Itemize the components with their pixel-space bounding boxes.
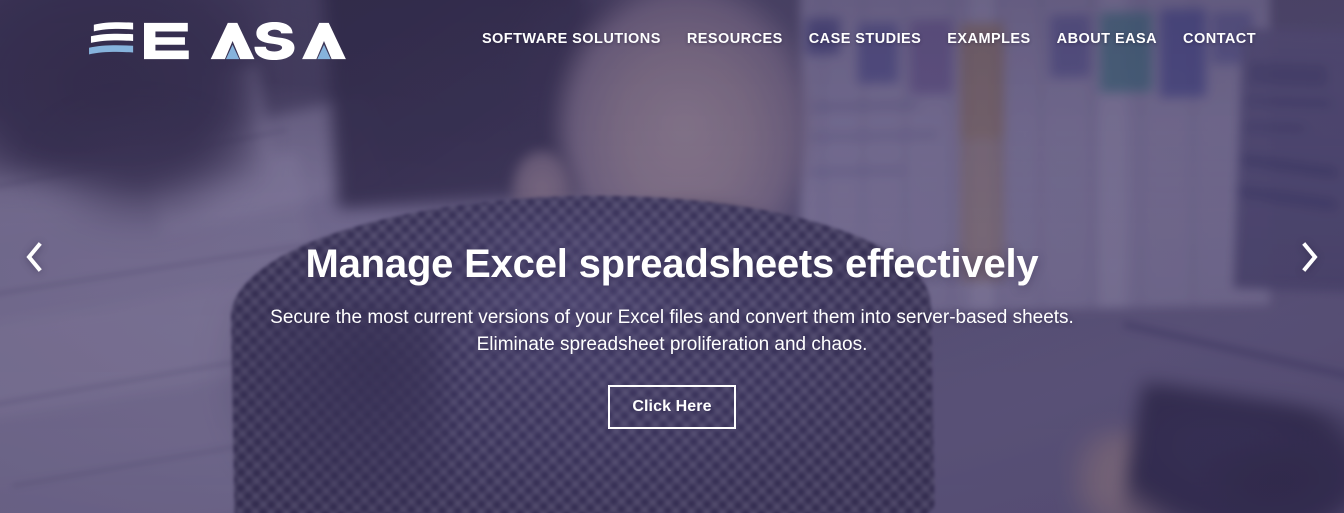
logo-link[interactable]	[88, 18, 352, 64]
nav-item-about-easa[interactable]: ABOUT EASA	[1057, 31, 1157, 47]
hero-carousel-slide: SOFTWARE SOLUTIONS RESOURCES CASE STUDIE…	[0, 0, 1344, 513]
hero-subtitle: Secure the most current versions of your…	[120, 305, 1224, 359]
easa-wordmark	[144, 21, 352, 61]
chevron-right-icon	[1300, 241, 1320, 273]
click-here-button[interactable]: Click Here	[608, 384, 736, 429]
hero-subtitle-line-2: Eliminate spreadsheet proliferation and …	[476, 333, 868, 355]
hero-subtitle-line-1: Secure the most current versions of your…	[270, 306, 1074, 328]
nav-item-contact[interactable]: CONTACT	[1183, 31, 1256, 47]
nav-item-case-studies[interactable]: CASE STUDIES	[809, 31, 922, 47]
easa-wave-mark-icon	[88, 18, 138, 64]
hero-headline: Manage Excel spreadsheets effectively	[305, 242, 1039, 286]
nav-item-resources[interactable]: RESOURCES	[687, 31, 783, 47]
nav-item-software-solutions[interactable]: SOFTWARE SOLUTIONS	[482, 31, 661, 47]
primary-navigation: SOFTWARE SOLUTIONS RESOURCES CASE STUDIE…	[482, 31, 1256, 49]
site-header: SOFTWARE SOLUTIONS RESOURCES CASE STUDIE…	[0, 0, 1344, 80]
hero-content: Manage Excel spreadsheets effectively Se…	[0, 242, 1344, 429]
nav-item-examples[interactable]: EXAMPLES	[947, 31, 1030, 47]
carousel-next-button[interactable]	[1288, 228, 1332, 286]
chevron-left-icon	[24, 241, 44, 273]
carousel-prev-button[interactable]	[12, 228, 56, 286]
